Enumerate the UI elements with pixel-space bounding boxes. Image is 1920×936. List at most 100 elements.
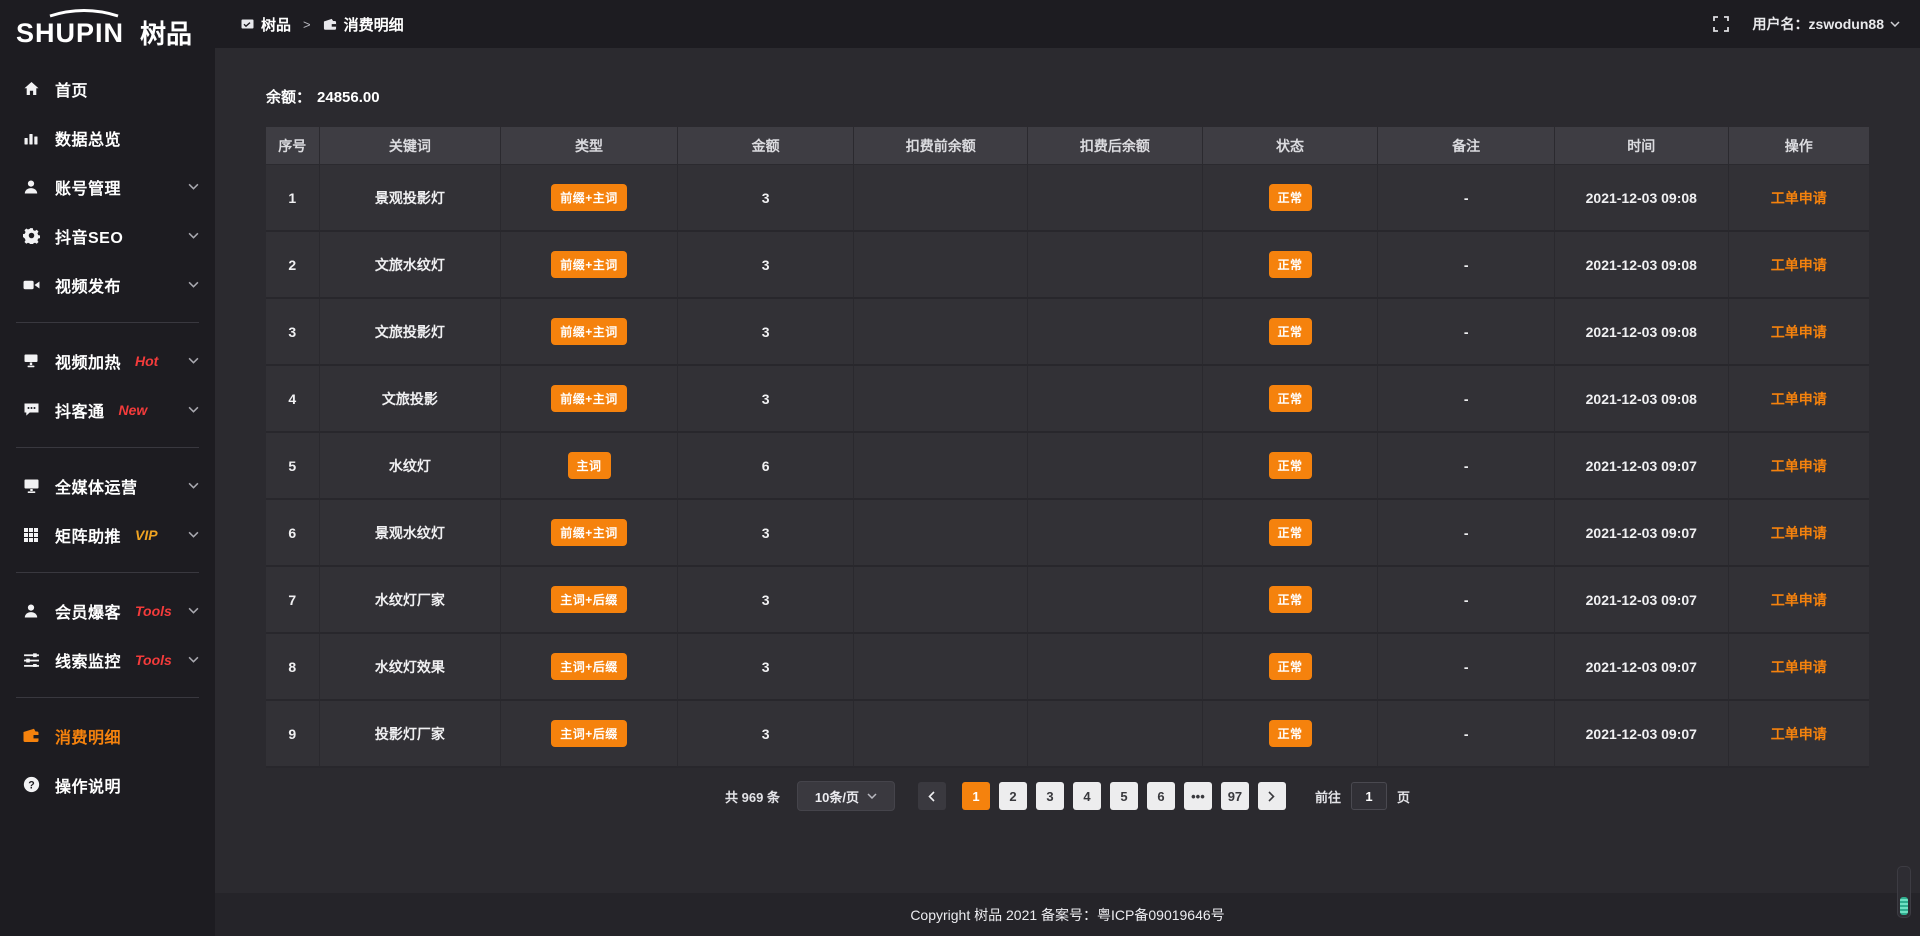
type-cell: 主词 bbox=[501, 433, 678, 500]
table-row: 6景观水纹灯前缀+主词3正常-2021-12-03 09:07工单申请 bbox=[266, 500, 1869, 567]
time-cell: 2021-12-03 09:08 bbox=[1555, 232, 1729, 299]
table-row: 3文旅投影灯前缀+主词3正常-2021-12-03 09:08工单申请 bbox=[266, 299, 1869, 366]
time-cell: 2021-12-03 09:07 bbox=[1555, 433, 1729, 500]
amount-cell: 6 bbox=[678, 433, 855, 500]
action-cell: 工单申请 bbox=[1729, 299, 1869, 366]
action-cell: 工单申请 bbox=[1729, 634, 1869, 701]
status-badge: 正常 bbox=[1269, 251, 1312, 278]
sidebar-item-seo[interactable]: 抖音SEO bbox=[0, 211, 215, 260]
action-cell: 工单申请 bbox=[1729, 433, 1869, 500]
type-cell: 主词+后缀 bbox=[501, 701, 678, 768]
username-label: 用户名： bbox=[1753, 14, 1809, 34]
sidebar-item-douketong[interactable]: 抖客通New bbox=[0, 385, 215, 434]
ticket-request-link[interactable]: 工单申请 bbox=[1771, 257, 1827, 273]
scroll-widget[interactable] bbox=[1897, 866, 1911, 918]
chevron-left-icon bbox=[928, 791, 935, 802]
pre-balance-cell bbox=[854, 366, 1028, 433]
username-value: zswodun88 bbox=[1809, 16, 1884, 32]
sidebar-divider bbox=[16, 447, 199, 448]
type-cell: 主词+后缀 bbox=[501, 634, 678, 701]
keyword-cell: 投影灯厂家 bbox=[320, 701, 502, 768]
page-size-select[interactable]: 10条/页 bbox=[797, 781, 895, 811]
more-pages-button[interactable]: ••• bbox=[1184, 782, 1212, 810]
time-cell: 2021-12-03 09:08 bbox=[1555, 366, 1729, 433]
amount-cell: 3 bbox=[678, 232, 855, 299]
status-badge: 正常 bbox=[1269, 586, 1312, 613]
table-header-row: 序号关键词类型金额扣费前余额扣费后余额状态备注时间操作 bbox=[266, 127, 1869, 165]
page-button-6[interactable]: 6 bbox=[1147, 782, 1175, 810]
type-badge: 前缀+主词 bbox=[551, 385, 627, 412]
status-cell: 正常 bbox=[1203, 701, 1379, 768]
next-page-button[interactable] bbox=[1258, 782, 1286, 810]
page-button-1[interactable]: 1 bbox=[962, 782, 990, 810]
sidebar-item-badge: VIP bbox=[135, 527, 158, 543]
amount-cell: 3 bbox=[678, 500, 855, 567]
amount-cell: 3 bbox=[678, 366, 855, 433]
ticket-request-link[interactable]: 工单申请 bbox=[1771, 458, 1827, 474]
sidebar-item-account[interactable]: 账号管理 bbox=[0, 162, 215, 211]
action-cell: 工单申请 bbox=[1729, 701, 1869, 768]
sidebar-item-media[interactable]: 全媒体运营 bbox=[0, 461, 215, 510]
page-button-97[interactable]: 97 bbox=[1221, 782, 1249, 810]
consumption-table-wrap: 序号关键词类型金额扣费前余额扣费后余额状态备注时间操作 1景观投影灯前缀+主词3… bbox=[266, 127, 1869, 768]
table-row: 7水纹灯厂家主词+后缀3正常-2021-12-03 09:07工单申请 bbox=[266, 567, 1869, 634]
sidebar-item-home[interactable]: 首页 bbox=[0, 64, 215, 113]
keyword-cell: 文旅投影灯 bbox=[320, 299, 502, 366]
type-badge: 主词+后缀 bbox=[551, 720, 627, 747]
sidebar-item-publish[interactable]: 视频发布 bbox=[0, 260, 215, 309]
keyword-cell: 水纹灯厂家 bbox=[320, 567, 502, 634]
ticket-request-link[interactable]: 工单申请 bbox=[1771, 190, 1827, 206]
page-button-2[interactable]: 2 bbox=[999, 782, 1027, 810]
sidebar-item-consume[interactable]: 消费明细 bbox=[0, 711, 215, 760]
page-button-4[interactable]: 4 bbox=[1073, 782, 1101, 810]
ticket-request-link[interactable]: 工单申请 bbox=[1771, 324, 1827, 340]
ticket-request-link[interactable]: 工单申请 bbox=[1771, 525, 1827, 541]
page-button-5[interactable]: 5 bbox=[1110, 782, 1138, 810]
sidebar-item-data[interactable]: 数据总览 bbox=[0, 113, 215, 162]
sidebar-item-help[interactable]: ?操作说明 bbox=[0, 760, 215, 809]
copyright-text: Copyright 树品 2021 备案号：粤ICP备09019646号 bbox=[910, 905, 1224, 925]
amount-cell: 3 bbox=[678, 299, 855, 366]
action-cell: 工单申请 bbox=[1729, 232, 1869, 299]
remark-cell: - bbox=[1378, 433, 1555, 500]
column-header: 关键词 bbox=[320, 127, 502, 165]
sidebar-item-clue[interactable]: 线索监控Tools bbox=[0, 635, 215, 684]
ticket-request-link[interactable]: 工单申请 bbox=[1771, 659, 1827, 675]
type-badge: 前缀+主词 bbox=[551, 519, 627, 546]
type-cell: 主词+后缀 bbox=[501, 567, 678, 634]
row-number-cell: 9 bbox=[266, 701, 320, 768]
pre-balance-cell bbox=[854, 567, 1028, 634]
fullscreen-icon[interactable] bbox=[1713, 16, 1729, 32]
sidebar-item-label: 消费明细 bbox=[55, 724, 121, 748]
prev-page-button[interactable] bbox=[918, 782, 946, 810]
type-badge: 前缀+主词 bbox=[551, 251, 627, 278]
sidebar-item-label: 矩阵助推 bbox=[55, 523, 121, 547]
sidebar-item-matrix[interactable]: 矩阵助推 VIP bbox=[0, 510, 215, 559]
sidebar: SHUPIN 树品 首页数据总览账号管理抖音SEO视频发布视频加热Hot抖客通N… bbox=[0, 0, 215, 936]
ticket-request-link[interactable]: 工单申请 bbox=[1771, 391, 1827, 407]
brand-logo[interactable]: SHUPIN 树品 bbox=[0, 0, 215, 58]
keyword-cell: 水纹灯 bbox=[320, 433, 502, 500]
bar-chart-icon bbox=[22, 129, 40, 147]
ticket-request-link[interactable]: 工单申请 bbox=[1771, 592, 1827, 608]
remark-cell: - bbox=[1378, 366, 1555, 433]
column-header: 扣费后余额 bbox=[1028, 127, 1203, 165]
remark-cell: - bbox=[1378, 701, 1555, 768]
post-balance-cell bbox=[1028, 433, 1203, 500]
ticket-request-link[interactable]: 工单申请 bbox=[1771, 726, 1827, 742]
breadcrumb-separator: > bbox=[303, 17, 311, 32]
pre-balance-cell bbox=[854, 500, 1028, 567]
goto-page-input[interactable] bbox=[1351, 782, 1387, 810]
page-button-3[interactable]: 3 bbox=[1036, 782, 1064, 810]
user-menu[interactable]: 用户名： zswodun88 bbox=[1753, 14, 1900, 34]
gear-icon bbox=[22, 227, 40, 245]
sidebar-item-heat[interactable]: 视频加热Hot bbox=[0, 336, 215, 385]
sidebar-item-member[interactable]: 会员爆客Tools bbox=[0, 586, 215, 635]
status-badge: 正常 bbox=[1269, 653, 1312, 680]
header-right: 用户名： zswodun88 bbox=[1713, 14, 1900, 34]
page-size-value: 10条/页 bbox=[815, 787, 859, 806]
post-balance-cell bbox=[1028, 165, 1203, 232]
wallet-icon bbox=[22, 727, 40, 745]
time-cell: 2021-12-03 09:08 bbox=[1555, 299, 1729, 366]
breadcrumb-root[interactable]: 树品 bbox=[261, 14, 291, 35]
